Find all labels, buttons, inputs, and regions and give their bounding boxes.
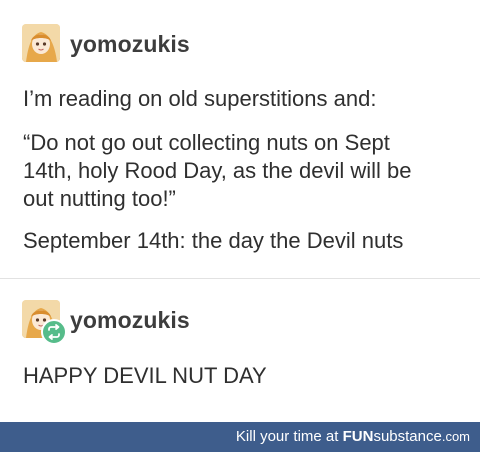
- username[interactable]: yomozukis: [70, 31, 190, 58]
- footer-text[interactable]: Kill your time at FUNsubstance.com: [236, 428, 470, 445]
- brand-substance: substance: [373, 428, 442, 445]
- post-text-line: 14th, holy Rood Day, as the devil will b…: [23, 158, 412, 183]
- post-text-line: I’m reading on old superstitions and:: [23, 86, 377, 111]
- username[interactable]: yomozukis: [70, 307, 190, 334]
- post-text-line: September 14th: the day the Devil nuts: [23, 228, 404, 253]
- avatar[interactable]: [22, 24, 60, 62]
- footer-banner: Kill your time at FUNsubstance.com: [0, 422, 480, 452]
- post-text-line: “Do not go out collecting nuts on Sept: [23, 130, 390, 155]
- post-text-line: HAPPY DEVIL NUT DAY: [23, 363, 267, 388]
- post-original: yomozukis I’m reading on old superstitio…: [0, 0, 480, 278]
- post-text-line: out nutting too!”: [23, 186, 176, 211]
- footer-prefix: Kill your time at: [235, 428, 343, 445]
- post-reblog: yomozukis HAPPY DEVIL NUT DAY: [0, 278, 480, 422]
- reblog-icon: [41, 319, 67, 345]
- brand-fun: FUN: [342, 428, 374, 445]
- brand-domain: .com: [441, 429, 470, 444]
